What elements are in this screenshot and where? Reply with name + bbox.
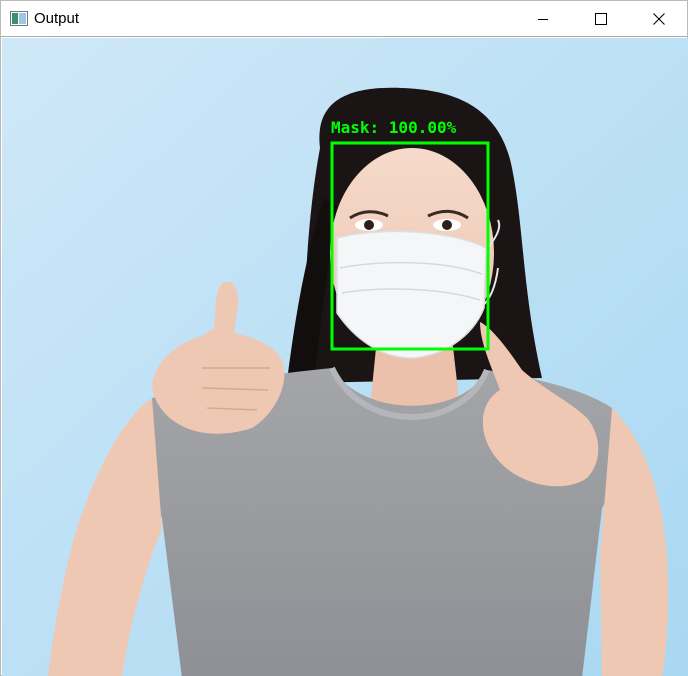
opencv-window-icon <box>10 11 28 26</box>
close-button[interactable] <box>630 1 688 37</box>
detection-label: Mask: 100.00% <box>331 118 457 137</box>
window-title: Output <box>34 10 80 27</box>
output-window: Output Mask: 100.00% <box>0 0 688 676</box>
minimize-button[interactable] <box>514 1 572 37</box>
image-canvas: Mask: 100.00% <box>2 38 688 676</box>
maximize-button[interactable] <box>572 1 630 37</box>
maximize-icon <box>595 13 607 25</box>
close-icon <box>653 13 665 25</box>
minimize-icon <box>537 13 549 25</box>
title-bar[interactable]: Output <box>1 1 687 37</box>
photo: Mask: 100.00% <box>2 38 688 676</box>
